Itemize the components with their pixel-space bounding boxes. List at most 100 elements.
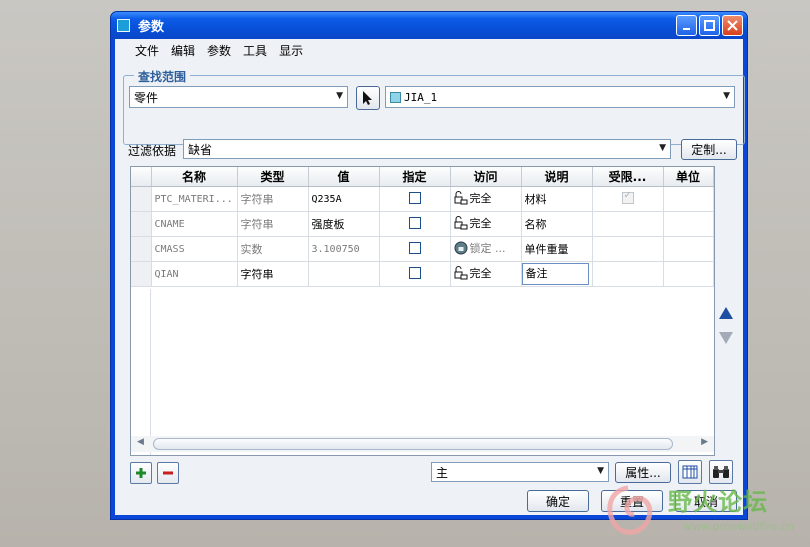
menu-edit[interactable]: 编辑 bbox=[165, 42, 201, 59]
table-columns-button[interactable] bbox=[678, 460, 702, 484]
menu-display[interactable]: 显示 bbox=[273, 42, 309, 59]
cell-unit[interactable] bbox=[663, 186, 714, 212]
scroll-left-icon[interactable]: ◀ bbox=[137, 437, 144, 447]
designate-checkbox[interactable] bbox=[408, 191, 421, 204]
row-header[interactable] bbox=[131, 261, 152, 287]
column-header-unit[interactable]: 单位 bbox=[663, 167, 714, 187]
move-up-icon[interactable] bbox=[719, 307, 733, 319]
row-header[interactable] bbox=[131, 236, 152, 262]
cell-name[interactable]: QIAN bbox=[151, 261, 238, 287]
cell-restricted bbox=[592, 186, 664, 212]
cell-designate[interactable] bbox=[379, 236, 451, 262]
column-header-value[interactable]: 值 bbox=[308, 167, 380, 187]
remove-parameter-button[interactable] bbox=[157, 462, 179, 484]
scrollbar-thumb[interactable] bbox=[153, 438, 673, 450]
scroll-right-icon[interactable]: ▶ bbox=[701, 437, 708, 447]
ok-button[interactable]: 确定 bbox=[527, 490, 589, 512]
scope-dropdown[interactable]: 零件 ▼ bbox=[129, 86, 348, 108]
cancel-button[interactable]: 取消 bbox=[675, 490, 737, 512]
unlock-icon bbox=[454, 266, 467, 280]
cell-description[interactable]: 单件重量 bbox=[521, 236, 593, 262]
chevron-down-icon: ▼ bbox=[336, 91, 343, 101]
pointer-arrow-icon bbox=[363, 91, 372, 105]
cell-value[interactable]: 强度板 bbox=[308, 211, 380, 237]
app-icon bbox=[117, 19, 130, 32]
cell-designate[interactable] bbox=[379, 186, 451, 212]
table-row[interactable]: CMASS 实数 3.100750 锁定 ... 单件重量 bbox=[131, 236, 714, 262]
move-down-icon[interactable] bbox=[719, 332, 733, 344]
column-header-description[interactable]: 说明 bbox=[521, 167, 593, 187]
cell-designate[interactable] bbox=[379, 261, 451, 287]
menu-tools[interactable]: 工具 bbox=[237, 42, 273, 59]
chevron-down-icon: ▼ bbox=[597, 466, 604, 476]
designate-checkbox[interactable] bbox=[408, 241, 421, 254]
table-row[interactable]: CNAME 字符串 强度板 完全 名称 bbox=[131, 211, 714, 237]
customize-button[interactable]: 定制... bbox=[681, 139, 737, 160]
cell-access[interactable]: 完全 bbox=[450, 186, 522, 212]
view-value: 主 bbox=[436, 465, 449, 480]
table-row[interactable]: PTC_MATERI... 字符串 Q235A 完全 材料 bbox=[131, 186, 714, 212]
column-header-type[interactable]: 类型 bbox=[237, 167, 309, 187]
maximize-button[interactable] bbox=[699, 15, 720, 36]
description-edit-field[interactable]: 备注 bbox=[521, 263, 589, 285]
column-header-access[interactable]: 访问 bbox=[450, 167, 522, 187]
cell-type[interactable]: 字符串 bbox=[237, 261, 309, 287]
object-dropdown[interactable]: JIA_1 ▼ bbox=[385, 86, 735, 108]
dialog-body: 文件 编辑 参数 工具 显示 查找范围 零件 ▼ JIA_1 ▼ 过滤依据 缺省 bbox=[115, 39, 745, 515]
minus-icon bbox=[163, 471, 173, 475]
cell-value[interactable]: Q235A bbox=[308, 186, 380, 212]
title-bar[interactable]: 参数 bbox=[111, 12, 747, 39]
cell-restricted bbox=[592, 211, 664, 237]
reset-button[interactable]: 重置 bbox=[601, 490, 663, 512]
column-header-name[interactable]: 名称 bbox=[151, 167, 238, 187]
horizontal-scrollbar[interactable]: ◀ ▶ bbox=[131, 436, 714, 452]
cell-name[interactable]: CMASS bbox=[151, 236, 238, 262]
cell-type[interactable]: 字符串 bbox=[237, 211, 309, 237]
unlock-icon bbox=[454, 216, 467, 230]
menu-file[interactable]: 文件 bbox=[129, 42, 165, 59]
cell-unit[interactable] bbox=[663, 211, 714, 237]
view-dropdown[interactable]: 主 ▼ bbox=[431, 462, 609, 482]
filter-label: 过滤依据 bbox=[128, 144, 177, 158]
cell-unit[interactable] bbox=[663, 261, 714, 287]
column-header-designate[interactable]: 指定 bbox=[379, 167, 451, 187]
select-object-button[interactable] bbox=[356, 86, 380, 110]
cell-type[interactable]: 字符串 bbox=[237, 186, 309, 212]
cell-access[interactable]: 锁定 ... bbox=[450, 236, 522, 262]
close-button[interactable] bbox=[722, 15, 743, 36]
empty-row-header-area bbox=[131, 289, 151, 455]
row-header[interactable] bbox=[131, 186, 152, 212]
menu-parameters[interactable]: 参数 bbox=[201, 42, 237, 59]
lookup-group-label: 查找范围 bbox=[134, 68, 191, 85]
column-header-restricted[interactable]: 受限... bbox=[592, 167, 664, 187]
properties-button[interactable]: 属性... bbox=[615, 462, 671, 483]
cell-name[interactable]: PTC_MATERI... bbox=[151, 186, 238, 212]
designate-checkbox[interactable] bbox=[408, 266, 421, 279]
cell-name[interactable]: CNAME bbox=[151, 211, 238, 237]
row-header[interactable] bbox=[131, 211, 152, 237]
add-parameter-button[interactable] bbox=[130, 462, 152, 484]
lock-icon bbox=[454, 241, 467, 255]
designate-checkbox[interactable] bbox=[408, 216, 421, 229]
restricted-checkbox bbox=[621, 190, 634, 204]
filter-dropdown[interactable]: 缺省 ▼ bbox=[183, 139, 671, 159]
access-text: 完全 bbox=[469, 192, 492, 205]
scope-value: 零件 bbox=[134, 90, 159, 105]
cell-description[interactable]: 备注 bbox=[521, 261, 593, 287]
access-text: 锁定 ... bbox=[469, 242, 506, 255]
chevron-down-icon: ▼ bbox=[659, 143, 666, 153]
cell-value[interactable] bbox=[308, 261, 380, 287]
find-button[interactable] bbox=[709, 460, 733, 484]
unlock-icon bbox=[454, 191, 467, 205]
cell-description[interactable]: 材料 bbox=[521, 186, 593, 212]
table-row[interactable]: QIAN 字符串 完全 备注 bbox=[131, 261, 714, 287]
minimize-button[interactable] bbox=[676, 15, 697, 36]
cell-description[interactable]: 名称 bbox=[521, 211, 593, 237]
cell-designate[interactable] bbox=[379, 211, 451, 237]
cell-type[interactable]: 实数 bbox=[237, 236, 309, 262]
cell-unit[interactable] bbox=[663, 236, 714, 262]
part-icon bbox=[390, 91, 401, 103]
cell-access[interactable]: 完全 bbox=[450, 211, 522, 237]
cell-value[interactable]: 3.100750 bbox=[308, 236, 380, 262]
cell-access[interactable]: 完全 bbox=[450, 261, 522, 287]
